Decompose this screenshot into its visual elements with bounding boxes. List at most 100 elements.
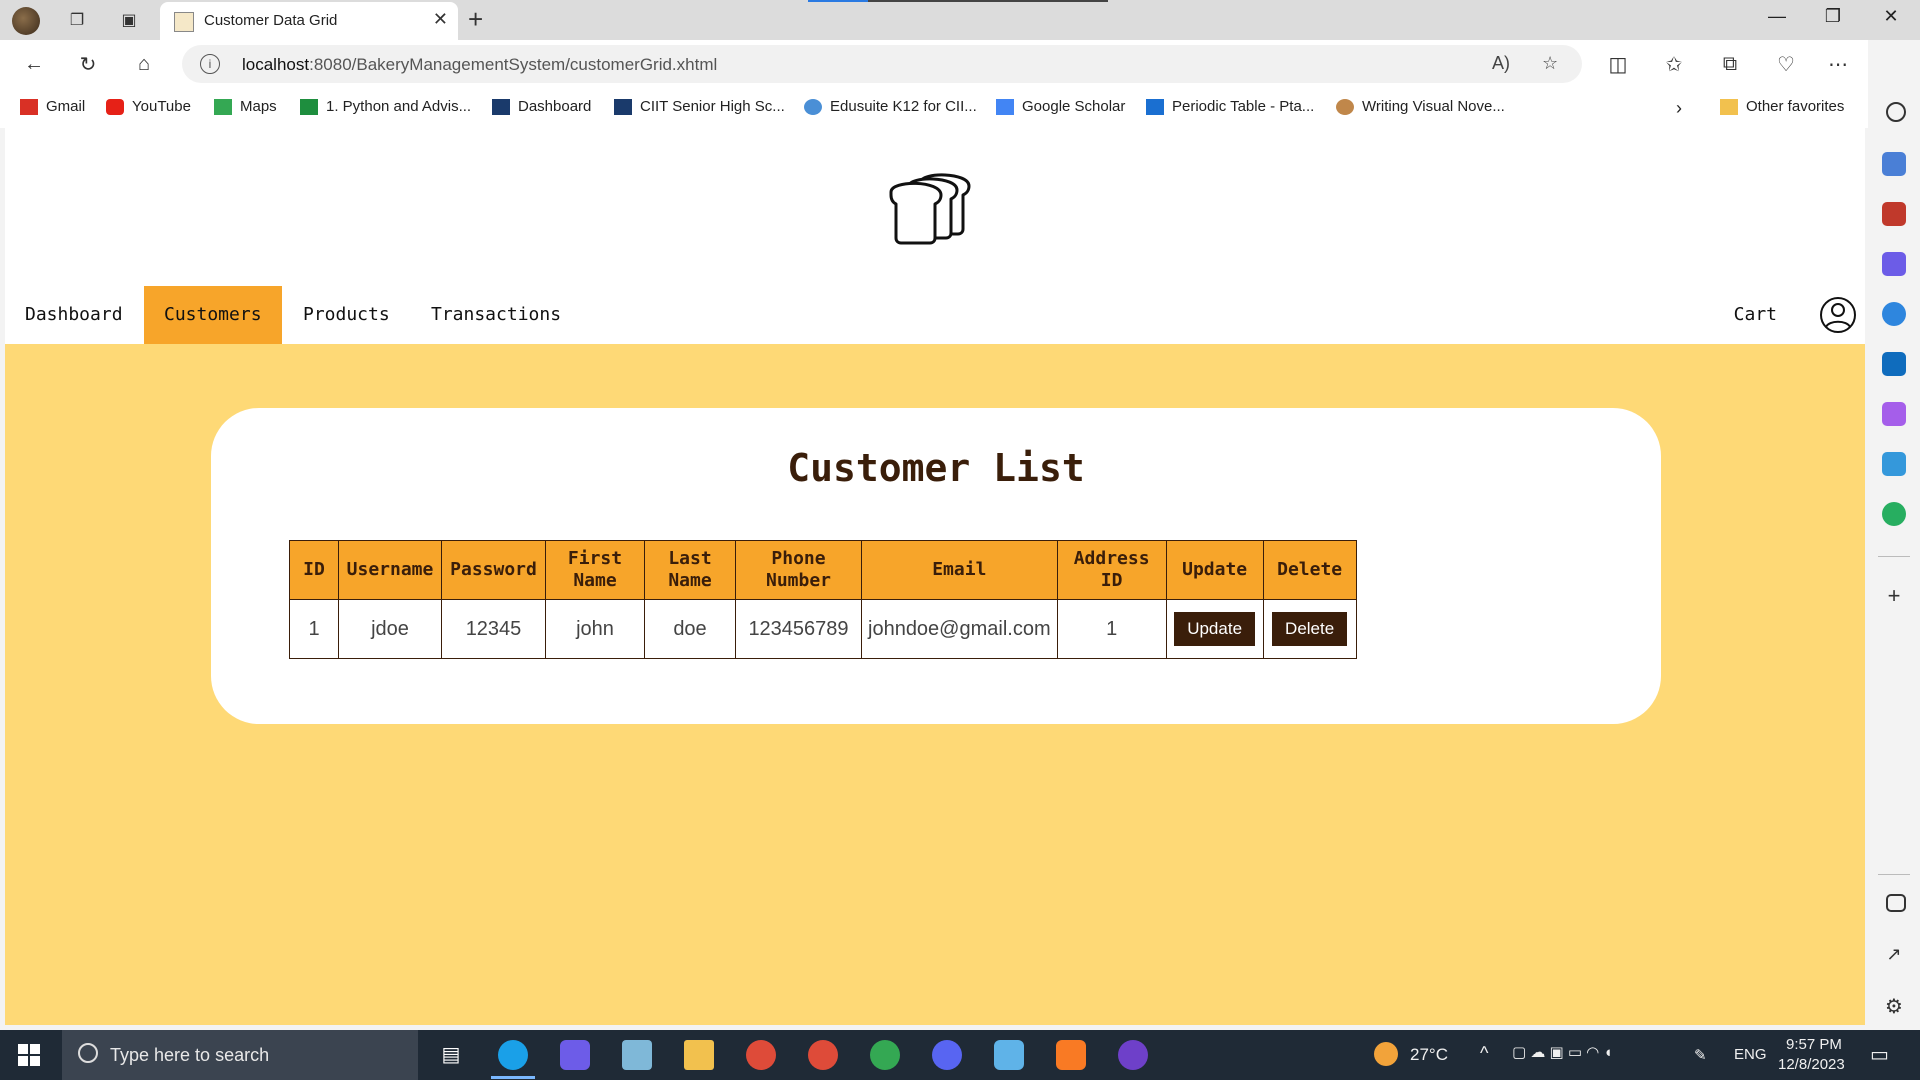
sheets-icon bbox=[300, 98, 318, 115]
tab-title: Customer Data Grid bbox=[204, 12, 338, 29]
settings-gear-icon[interactable]: ⚙ bbox=[1882, 994, 1906, 1018]
favorites-overflow-chevron-icon[interactable]: › bbox=[1676, 98, 1682, 119]
tab-customer-data-grid[interactable]: Customer Data Grid ✕ bbox=[160, 2, 458, 40]
favorite-writing-visual-novel[interactable]: Writing Visual Nove... bbox=[1336, 98, 1505, 115]
home-icon[interactable]: ⌂ bbox=[130, 50, 158, 78]
cell-phone-number: 123456789 bbox=[735, 599, 862, 659]
windows-taskbar: Type here to search ▤ 27°C ^ ▢ ☁ ▣ ▭ ◠ ◖… bbox=[0, 1030, 1920, 1080]
windows-start-icon[interactable] bbox=[18, 1044, 40, 1066]
favorite-gmail[interactable]: Gmail bbox=[20, 98, 85, 115]
browser-toolbar: ← ↻ ⌂ i localhost:8080/BakeryManagementS… bbox=[0, 40, 1920, 88]
cube-app-icon[interactable] bbox=[994, 1040, 1024, 1070]
back-arrow-icon[interactable]: ← bbox=[20, 50, 48, 78]
tab-close-icon[interactable]: ✕ bbox=[433, 9, 448, 30]
copilot-sidebar-icon[interactable] bbox=[1882, 302, 1906, 326]
xampp-icon[interactable] bbox=[1056, 1040, 1086, 1070]
column-header-email: Email bbox=[861, 540, 1058, 600]
chrome-profile-n-icon[interactable] bbox=[870, 1040, 900, 1070]
edge-taskbar-icon[interactable] bbox=[498, 1040, 528, 1070]
browser-essentials-icon[interactable]: ♡ bbox=[1772, 50, 1800, 78]
split-screen-icon[interactable]: ◫ bbox=[1604, 50, 1632, 78]
edusuite-icon bbox=[804, 98, 822, 115]
profile-avatar-icon[interactable] bbox=[12, 7, 40, 35]
add-icon[interactable]: + bbox=[1882, 584, 1906, 608]
tray-icons[interactable]: ▢ ☁ ▣ ▭ ◠ ◖ bbox=[1512, 1043, 1613, 1061]
notes-app-icon[interactable] bbox=[622, 1040, 652, 1070]
taskbar-search-box[interactable]: Type here to search bbox=[62, 1030, 418, 1080]
github-desktop-icon[interactable] bbox=[1118, 1040, 1148, 1070]
clock-date[interactable]: 12/8/2023 bbox=[1778, 1056, 1845, 1073]
favorite-python[interactable]: 1. Python and Advis... bbox=[300, 98, 471, 115]
weather-icon[interactable] bbox=[1374, 1042, 1398, 1066]
refresh-icon[interactable]: ↻ bbox=[74, 50, 102, 78]
hide-sidebar-icon[interactable] bbox=[1886, 894, 1906, 912]
tools-icon[interactable] bbox=[1882, 202, 1906, 226]
file-explorer-icon[interactable] bbox=[684, 1040, 714, 1070]
send-icon[interactable] bbox=[1882, 452, 1906, 476]
favorite-star-icon[interactable]: ☆ bbox=[1542, 53, 1558, 74]
gmail-icon bbox=[20, 98, 38, 115]
visual-studio-icon[interactable] bbox=[560, 1040, 590, 1070]
minimize-icon[interactable]: — bbox=[1762, 6, 1792, 27]
column-header-phone-number: Phone Number bbox=[735, 540, 862, 600]
folder-icon bbox=[1720, 98, 1738, 115]
customer-list-card: Customer List ID Username Password First… bbox=[211, 408, 1661, 724]
url-text: localhost:8080/BakeryManagementSystem/cu… bbox=[242, 55, 718, 74]
collections-icon[interactable]: ⧉ bbox=[1716, 50, 1744, 78]
favorite-ciit[interactable]: CIIT Senior High Sc... bbox=[614, 98, 785, 115]
show-hidden-icons-icon[interactable]: ^ bbox=[1480, 1043, 1488, 1064]
user-account-icon[interactable] bbox=[1819, 296, 1857, 334]
window-close-icon[interactable]: ✕ bbox=[1876, 6, 1906, 27]
read-aloud-icon[interactable]: A) bbox=[1492, 53, 1510, 74]
search-icon[interactable] bbox=[1886, 102, 1906, 122]
tab-actions-icon[interactable]: ▣ bbox=[116, 8, 142, 32]
outlook-icon[interactable] bbox=[1882, 352, 1906, 376]
workspaces-icon[interactable]: ❐ bbox=[64, 8, 90, 32]
favorite-other-favorites[interactable]: Other favorites bbox=[1720, 98, 1844, 115]
site-info-icon[interactable]: i bbox=[200, 54, 220, 74]
active-app-indicator bbox=[491, 1076, 535, 1079]
column-header-first-name: First Name bbox=[545, 540, 645, 600]
favorite-maps[interactable]: Maps bbox=[214, 98, 277, 115]
menu-item-dashboard[interactable]: Dashboard bbox=[5, 286, 143, 344]
cell-username: jdoe bbox=[338, 599, 442, 659]
update-button[interactable]: Update bbox=[1174, 612, 1256, 646]
restore-icon[interactable]: ❐ bbox=[1818, 6, 1848, 27]
shopping-icon[interactable] bbox=[1882, 152, 1906, 176]
more-menu-icon[interactable]: ⋯ bbox=[1824, 50, 1852, 78]
games-icon[interactable] bbox=[1882, 252, 1906, 276]
bread-logo-icon bbox=[889, 173, 971, 245]
delete-button[interactable]: Delete bbox=[1272, 612, 1348, 646]
cell-password: 12345 bbox=[441, 599, 546, 659]
discord-icon[interactable] bbox=[932, 1040, 962, 1070]
cell-first-name: john bbox=[545, 599, 645, 659]
chrome-icon[interactable] bbox=[746, 1040, 776, 1070]
favorite-dashboard[interactable]: Dashboard bbox=[492, 98, 591, 115]
tree-icon[interactable] bbox=[1882, 502, 1906, 526]
designer-icon[interactable] bbox=[1882, 402, 1906, 426]
menu-item-transactions[interactable]: Transactions bbox=[411, 286, 581, 344]
input-language[interactable]: ENG bbox=[1734, 1046, 1767, 1063]
external-link-icon[interactable]: ↗ bbox=[1882, 944, 1906, 968]
clock-time[interactable]: 9:57 PM bbox=[1786, 1036, 1842, 1053]
pen-icon[interactable]: ✎ bbox=[1694, 1046, 1707, 1064]
page-title: Customer List bbox=[787, 446, 1085, 490]
favorite-periodic-table[interactable]: Periodic Table - Pta... bbox=[1146, 98, 1314, 115]
favorite-edusuite[interactable]: Edusuite K12 for CII... bbox=[804, 98, 977, 115]
address-bar[interactable]: i localhost:8080/BakeryManagementSystem/… bbox=[182, 45, 1582, 83]
new-tab-button[interactable]: + bbox=[468, 4, 483, 35]
favorite-youtube[interactable]: YouTube bbox=[106, 98, 191, 115]
novel-icon bbox=[1336, 98, 1354, 115]
favorite-google-scholar[interactable]: Google Scholar bbox=[996, 98, 1125, 115]
cell-address-id: 1 bbox=[1056, 599, 1167, 659]
chrome-profile-icon[interactable] bbox=[808, 1040, 838, 1070]
browser-tab-strip: ❐ ▣ Customer Data Grid ✕ + — ❐ ✕ bbox=[0, 0, 1920, 40]
cart-link[interactable]: Cart bbox=[1734, 286, 1777, 344]
favorites-icon[interactable]: ✩ bbox=[1660, 50, 1688, 78]
menu-item-customers[interactable]: Customers bbox=[144, 286, 282, 344]
menu-item-products[interactable]: Products bbox=[283, 286, 410, 344]
column-header-id: ID bbox=[289, 540, 339, 600]
notifications-icon[interactable]: ▭ bbox=[1870, 1042, 1889, 1067]
task-view-icon[interactable]: ▤ bbox=[436, 1040, 466, 1070]
column-header-address-id: Address ID bbox=[1056, 540, 1167, 600]
